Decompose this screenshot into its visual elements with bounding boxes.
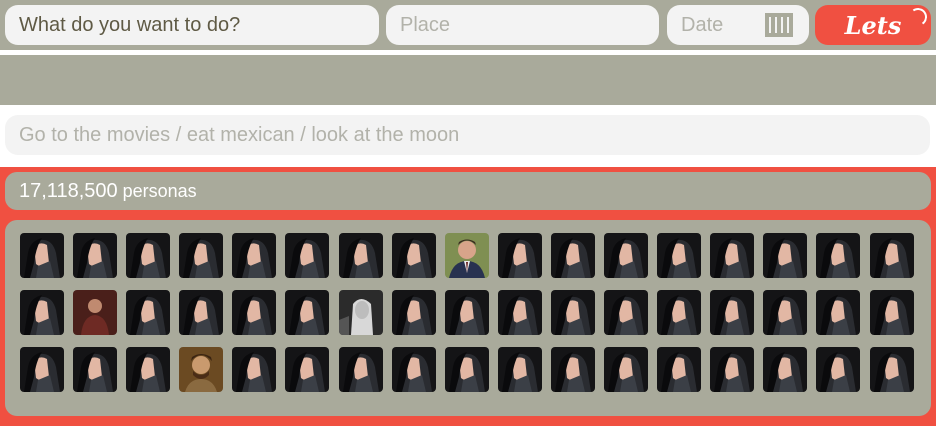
avatar[interactable] (391, 290, 436, 335)
avatar[interactable] (285, 347, 330, 392)
avatar-grid (20, 233, 914, 392)
avatar[interactable] (497, 290, 542, 335)
avatar[interactable] (657, 233, 702, 278)
place-input[interactable]: Place (386, 5, 659, 45)
avatar[interactable] (338, 347, 383, 392)
avatar[interactable] (869, 290, 914, 335)
avatar[interactable] (550, 347, 595, 392)
avatar[interactable] (816, 347, 861, 392)
avatar[interactable] (20, 233, 64, 278)
avatar[interactable] (232, 233, 277, 278)
avatar[interactable] (444, 233, 489, 278)
search-bar: What do you want to do? Place Date Lets (0, 0, 936, 50)
avatar[interactable] (497, 233, 542, 278)
avatar[interactable] (550, 290, 595, 335)
avatar[interactable] (444, 290, 489, 335)
avatar[interactable] (657, 290, 702, 335)
avatar[interactable] (710, 347, 755, 392)
people-count-unit: personas (122, 180, 197, 201)
avatar[interactable] (73, 290, 118, 335)
avatar[interactable] (657, 347, 702, 392)
avatar[interactable] (179, 233, 224, 278)
calendar-icon[interactable] (765, 13, 793, 37)
avatar[interactable] (869, 347, 914, 392)
avatar[interactable] (497, 347, 542, 392)
avatar-grid-panel (5, 220, 931, 416)
avatar[interactable] (126, 347, 171, 392)
avatar[interactable] (20, 347, 64, 392)
avatar[interactable] (73, 347, 118, 392)
what-input[interactable]: What do you want to do? (5, 5, 379, 45)
avatar[interactable] (126, 290, 171, 335)
avatar[interactable] (763, 290, 808, 335)
avatar[interactable] (285, 290, 330, 335)
people-count: 17,118,500 (19, 179, 118, 202)
avatar[interactable] (816, 233, 861, 278)
avatar[interactable] (338, 290, 383, 335)
avatar[interactable] (285, 233, 330, 278)
avatar[interactable] (550, 233, 595, 278)
avatar[interactable] (869, 233, 914, 278)
avatar[interactable] (391, 233, 436, 278)
avatar[interactable] (20, 290, 64, 335)
avatar[interactable] (604, 233, 649, 278)
activity-input[interactable]: Go to the movies / eat mexican / look at… (5, 115, 930, 155)
avatar[interactable] (763, 347, 808, 392)
avatar[interactable] (604, 347, 649, 392)
avatar[interactable] (816, 290, 861, 335)
results-panel: 17,118,500 personas (0, 167, 936, 426)
swirl-icon (907, 6, 929, 28)
example-bar: Go to the movies / eat mexican / look at… (0, 55, 936, 155)
avatar[interactable] (710, 290, 755, 335)
avatar[interactable] (710, 233, 755, 278)
avatar[interactable] (338, 233, 383, 278)
avatar[interactable] (179, 347, 224, 392)
avatar[interactable] (232, 290, 277, 335)
lets-button-label: Lets (844, 10, 902, 40)
avatar[interactable] (73, 233, 118, 278)
people-count-bar: 17,118,500 personas (5, 172, 931, 210)
avatar[interactable] (232, 347, 277, 392)
avatar[interactable] (763, 233, 808, 278)
avatar[interactable] (126, 233, 171, 278)
avatar[interactable] (391, 347, 436, 392)
avatar[interactable] (604, 290, 649, 335)
avatar[interactable] (444, 347, 489, 392)
avatar[interactable] (179, 290, 224, 335)
lets-button[interactable]: Lets (815, 5, 931, 45)
